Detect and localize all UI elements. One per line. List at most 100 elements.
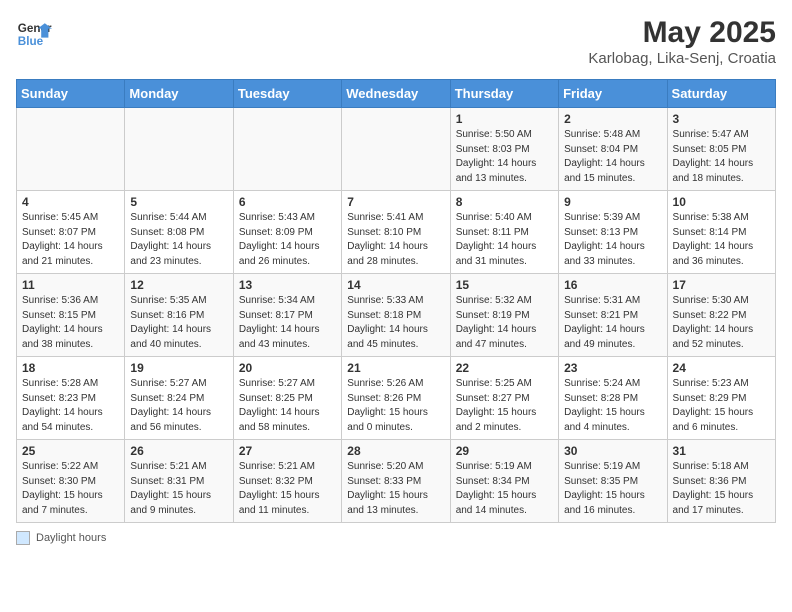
calendar-cell: 9Sunrise: 5:39 AM Sunset: 8:13 PM Daylig… (559, 191, 667, 274)
day-info: Sunrise: 5:18 AM Sunset: 8:36 PM Dayligh… (673, 460, 770, 518)
day-number: 3 (673, 112, 770, 126)
calendar-cell: 4Sunrise: 5:45 AM Sunset: 8:07 PM Daylig… (17, 191, 125, 274)
day-number: 6 (239, 195, 336, 209)
day-number: 26 (130, 444, 227, 458)
calendar-week-5: 25 Sunrise: 5:22 AM Sunset: 8:30 PM Dayli… (17, 440, 776, 523)
day-number: 13 (239, 278, 336, 292)
day-header-wednesday: Wednesday (342, 80, 450, 108)
day-number: 29 (456, 444, 553, 458)
day-info: Sunrise: 5:19 AM Sunset: 8:34 PM Dayligh… (456, 460, 553, 518)
legend-label: Daylight hours (36, 532, 106, 544)
calendar-week-1: 1 Sunrise: 5:50 AM Sunset: 8:03 PM Daylig… (17, 108, 776, 191)
calendar-cell: 14Sunrise: 5:33 AM Sunset: 8:18 PM Dayli… (342, 274, 450, 357)
day-info: Sunrise: 5:20 AM Sunset: 8:33 PM Dayligh… (347, 460, 444, 518)
calendar-cell: 8 Sunrise: 5:40 AM Sunset: 8:11 PM Daylig… (450, 191, 558, 274)
calendar-cell: 22Sunrise: 5:25 AM Sunset: 8:27 PM Dayli… (450, 357, 558, 440)
calendar-cell: 6 Sunrise: 5:43 AM Sunset: 8:09 PM Daylig… (233, 191, 341, 274)
day-number: 22 (456, 361, 553, 375)
legend: Daylight hours (16, 531, 776, 545)
day-number: 10 (673, 195, 770, 209)
calendar-header: SundayMondayTuesdayWednesdayThursdayFrid… (17, 80, 776, 108)
day-header-saturday: Saturday (667, 80, 775, 108)
calendar-cell: 2Sunrise: 5:48 AM Sunset: 8:04 PM Daylig… (559, 108, 667, 191)
day-info: Sunrise: 5:32 AM Sunset: 8:19 PM Dayligh… (456, 294, 553, 352)
day-number: 31 (673, 444, 770, 458)
day-info: Sunrise: 5:36 AM Sunset: 8:15 PM Dayligh… (22, 294, 119, 352)
day-info: Sunrise: 5:38 AM Sunset: 8:14 PM Dayligh… (673, 211, 770, 269)
calendar-cell: 31 Sunrise: 5:18 AM Sunset: 8:36 PM Dayli… (667, 440, 775, 523)
day-info: Sunrise: 5:44 AM Sunset: 8:08 PM Dayligh… (130, 211, 227, 269)
day-number: 28 (347, 444, 444, 458)
day-info: Sunrise: 5:43 AM Sunset: 8:09 PM Dayligh… (239, 211, 336, 269)
day-info: Sunrise: 5:33 AM Sunset: 8:18 PM Dayligh… (347, 294, 444, 352)
day-info: Sunrise: 5:41 AM Sunset: 8:10 PM Dayligh… (347, 211, 444, 269)
day-info: Sunrise: 5:35 AM Sunset: 8:16 PM Dayligh… (130, 294, 227, 352)
calendar-cell: 18Sunrise: 5:28 AM Sunset: 8:23 PM Dayli… (17, 357, 125, 440)
calendar-week-4: 18Sunrise: 5:28 AM Sunset: 8:23 PM Dayli… (17, 357, 776, 440)
day-info: Sunrise: 5:34 AM Sunset: 8:17 PM Dayligh… (239, 294, 336, 352)
day-header-row: SundayMondayTuesdayWednesdayThursdayFrid… (17, 80, 776, 108)
day-info: Sunrise: 5:23 AM Sunset: 8:29 PM Dayligh… (673, 377, 770, 435)
logo: General Blue (16, 16, 52, 52)
day-number: 5 (130, 195, 227, 209)
calendar-cell: 23 Sunrise: 5:24 AM Sunset: 8:28 PM Dayli… (559, 357, 667, 440)
day-number: 19 (130, 361, 227, 375)
day-number: 9 (564, 195, 661, 209)
calendar-cell (125, 108, 233, 191)
day-number: 21 (347, 361, 444, 375)
day-header-thursday: Thursday (450, 80, 558, 108)
day-info: Sunrise: 5:21 AM Sunset: 8:31 PM Dayligh… (130, 460, 227, 518)
day-number: 8 (456, 195, 553, 209)
legend-color-swatch (16, 531, 30, 545)
calendar-week-3: 11Sunrise: 5:36 AM Sunset: 8:15 PM Dayli… (17, 274, 776, 357)
calendar-cell: 7 Sunrise: 5:41 AM Sunset: 8:10 PM Daylig… (342, 191, 450, 274)
day-info: Sunrise: 5:48 AM Sunset: 8:04 PM Dayligh… (564, 128, 661, 186)
calendar-cell (233, 108, 341, 191)
calendar-cell: 11Sunrise: 5:36 AM Sunset: 8:15 PM Dayli… (17, 274, 125, 357)
day-info: Sunrise: 5:22 AM Sunset: 8:30 PM Dayligh… (22, 460, 119, 518)
calendar-cell: 30 Sunrise: 5:19 AM Sunset: 8:35 PM Dayli… (559, 440, 667, 523)
day-info: Sunrise: 5:47 AM Sunset: 8:05 PM Dayligh… (673, 128, 770, 186)
calendar-cell: 26 Sunrise: 5:21 AM Sunset: 8:31 PM Dayli… (125, 440, 233, 523)
day-number: 23 (564, 361, 661, 375)
calendar-cell: 25 Sunrise: 5:22 AM Sunset: 8:30 PM Dayli… (17, 440, 125, 523)
day-number: 12 (130, 278, 227, 292)
day-number: 25 (22, 444, 119, 458)
day-info: Sunrise: 5:45 AM Sunset: 8:07 PM Dayligh… (22, 211, 119, 269)
day-number: 24 (673, 361, 770, 375)
day-info: Sunrise: 5:31 AM Sunset: 8:21 PM Dayligh… (564, 294, 661, 352)
page-subtitle: Karlobag, Lika-Senj, Croatia (588, 50, 776, 67)
day-info: Sunrise: 5:19 AM Sunset: 8:35 PM Dayligh… (564, 460, 661, 518)
day-number: 30 (564, 444, 661, 458)
day-number: 15 (456, 278, 553, 292)
calendar-cell: 12 Sunrise: 5:35 AM Sunset: 8:16 PM Dayli… (125, 274, 233, 357)
calendar-body: 1 Sunrise: 5:50 AM Sunset: 8:03 PM Daylig… (17, 108, 776, 523)
calendar-cell: 17Sunrise: 5:30 AM Sunset: 8:22 PM Dayli… (667, 274, 775, 357)
calendar-table: SundayMondayTuesdayWednesdayThursdayFrid… (16, 79, 776, 523)
day-info: Sunrise: 5:21 AM Sunset: 8:32 PM Dayligh… (239, 460, 336, 518)
day-number: 1 (456, 112, 553, 126)
page-title: May 2025 (588, 16, 776, 50)
calendar-cell: 15 Sunrise: 5:32 AM Sunset: 8:19 PM Dayli… (450, 274, 558, 357)
calendar-cell: 27Sunrise: 5:21 AM Sunset: 8:32 PM Dayli… (233, 440, 341, 523)
page-header: General Blue May 2025 Karlobag, Lika-Sen… (16, 16, 776, 67)
day-number: 7 (347, 195, 444, 209)
calendar-cell: 29 Sunrise: 5:19 AM Sunset: 8:34 PM Dayli… (450, 440, 558, 523)
calendar-cell: 16 Sunrise: 5:31 AM Sunset: 8:21 PM Dayli… (559, 274, 667, 357)
calendar-cell: 28 Sunrise: 5:20 AM Sunset: 8:33 PM Dayli… (342, 440, 450, 523)
calendar-week-2: 4Sunrise: 5:45 AM Sunset: 8:07 PM Daylig… (17, 191, 776, 274)
day-info: Sunrise: 5:28 AM Sunset: 8:23 PM Dayligh… (22, 377, 119, 435)
day-info: Sunrise: 5:50 AM Sunset: 8:03 PM Dayligh… (456, 128, 553, 186)
day-info: Sunrise: 5:40 AM Sunset: 8:11 PM Dayligh… (456, 211, 553, 269)
day-number: 16 (564, 278, 661, 292)
day-info: Sunrise: 5:26 AM Sunset: 8:26 PM Dayligh… (347, 377, 444, 435)
calendar-cell: 1 Sunrise: 5:50 AM Sunset: 8:03 PM Daylig… (450, 108, 558, 191)
calendar-cell (342, 108, 450, 191)
calendar-cell: 10 Sunrise: 5:38 AM Sunset: 8:14 PM Dayli… (667, 191, 775, 274)
day-header-friday: Friday (559, 80, 667, 108)
calendar-cell: 3 Sunrise: 5:47 AM Sunset: 8:05 PM Daylig… (667, 108, 775, 191)
title-block: May 2025 Karlobag, Lika-Senj, Croatia (588, 16, 776, 67)
day-info: Sunrise: 5:24 AM Sunset: 8:28 PM Dayligh… (564, 377, 661, 435)
calendar-cell: 19 Sunrise: 5:27 AM Sunset: 8:24 PM Dayli… (125, 357, 233, 440)
day-info: Sunrise: 5:27 AM Sunset: 8:24 PM Dayligh… (130, 377, 227, 435)
